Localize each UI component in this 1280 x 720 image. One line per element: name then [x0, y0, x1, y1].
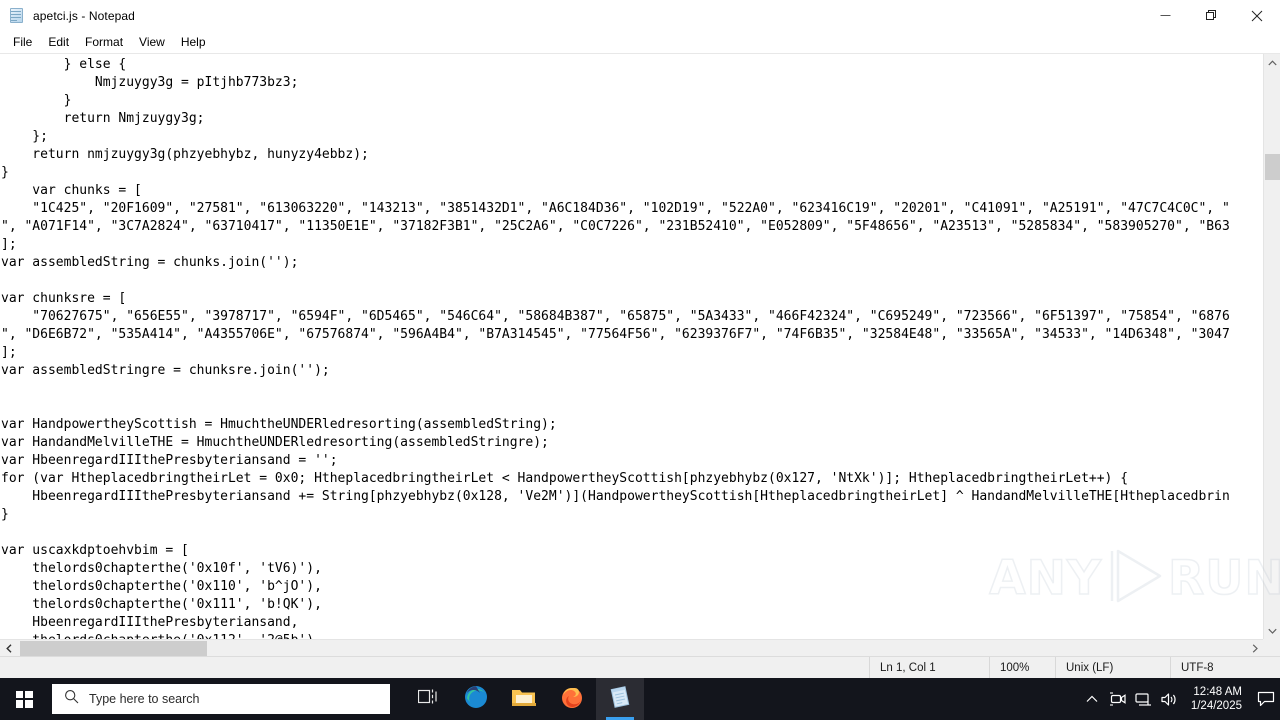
editor-line: for (var HtheplacedbringtheirLet = 0x0; …: [1, 471, 1129, 486]
task-view-icon: [417, 688, 438, 710]
editor-line: ", "A071F14", "3C7A2824", "63710417", "1…: [1, 219, 1230, 234]
status-encoding[interactable]: UTF-8: [1170, 656, 1280, 679]
editor-line: var chunksre = [: [1, 291, 127, 306]
show-hidden-icons-button[interactable]: [1079, 678, 1105, 720]
editor-line: var chunks = [: [1, 183, 142, 198]
status-zoom-level[interactable]: 100%: [989, 656, 1055, 679]
editor-line: HbeenregardIIIthePresbyteriansand,: [1, 615, 299, 630]
menu-item-help[interactable]: Help: [173, 33, 214, 52]
chevron-down-icon[interactable]: [1264, 622, 1280, 639]
start-button[interactable]: [0, 678, 48, 720]
title-bar[interactable]: apetci.js - Notepad: [0, 0, 1280, 31]
search-placeholder-text: Type here to search: [89, 692, 200, 706]
status-bar: Ln 1, Col 1 100% Unix (LF) UTF-8: [0, 656, 1280, 679]
clock-time: 12:48 AM: [1193, 686, 1242, 698]
editor-line: return Nmjzuygy3g;: [1, 111, 205, 126]
system-tray: 12:48 AM 1/24/2025: [1079, 678, 1280, 720]
window-controls: [1142, 0, 1280, 31]
editor-line: thelords0chapterthe('0x112', '2@5b'): [1, 632, 1263, 639]
network-icon[interactable]: [1131, 678, 1157, 720]
edge-icon: [464, 685, 488, 714]
window-title: apetci.js - Notepad: [33, 8, 135, 23]
editor-line: ", "D6E6B72", "535A414", "A4355706E", "6…: [1, 327, 1230, 342]
minimize-button[interactable]: [1142, 0, 1188, 31]
taskbar: Type here to search 12:48 AM 1/24/2025: [0, 678, 1280, 720]
editor-line: var HandpowertheyScottish = HmuchtheUNDE…: [1, 417, 557, 432]
menu-bar: File Edit Format View Help: [0, 31, 1280, 53]
volume-icon[interactable]: [1157, 678, 1183, 720]
menu-item-edit[interactable]: Edit: [40, 33, 77, 52]
taskbar-app-microsoft-edge[interactable]: [452, 678, 500, 720]
chevron-up-icon[interactable]: [1264, 54, 1280, 71]
restore-button[interactable]: [1188, 0, 1234, 31]
notepad-window: apetci.js - Notepad File Edit Format Vie…: [0, 0, 1280, 679]
editor-line: }: [1, 165, 9, 180]
horizontal-scrollbar-thumb[interactable]: [20, 641, 207, 656]
editor-line: ];: [1, 237, 17, 252]
editor-line: "70627675", "656E55", "3978717", "6594F"…: [1, 309, 1230, 324]
screen-recorder-icon[interactable]: [1105, 678, 1131, 720]
task-view-button[interactable]: [404, 678, 452, 720]
scrollbar-corner: [1263, 639, 1280, 656]
menu-item-view[interactable]: View: [131, 33, 173, 52]
taskbar-clock[interactable]: 12:48 AM 1/24/2025: [1183, 678, 1252, 720]
editor-line: }: [1, 507, 9, 522]
vertical-scrollbar-thumb[interactable]: [1265, 154, 1280, 180]
editor-line: HbeenregardIIIthePresbyteriansand += Str…: [1, 489, 1230, 504]
editor-line: var assembledString = chunks.join('');: [1, 255, 299, 270]
editor-line: var uscaxkdptoehvbim = [: [1, 543, 189, 558]
folder-icon: [511, 686, 537, 713]
search-icon: [64, 689, 79, 709]
notepad-document-icon: [9, 7, 25, 24]
notepad-icon: [608, 685, 632, 714]
status-cursor-position: Ln 1, Col 1: [869, 656, 989, 679]
firefox-icon: [560, 685, 584, 714]
taskbar-app-firefox[interactable]: [548, 678, 596, 720]
editor-line: thelords0chapterthe('0x111', 'b!QK'),: [1, 597, 322, 612]
status-line-ending[interactable]: Unix (LF): [1055, 656, 1170, 679]
editor-line: var HandandMelvilleTHE = HmuchtheUNDERle…: [1, 435, 549, 450]
menu-item-file[interactable]: File: [5, 33, 40, 52]
search-input[interactable]: Type here to search: [52, 684, 390, 714]
taskbar-app-file-explorer[interactable]: [500, 678, 548, 720]
chevron-left-icon[interactable]: [0, 640, 17, 656]
close-button[interactable]: [1234, 0, 1280, 31]
editor-line: ];: [1, 345, 17, 360]
editor-line: var assembledStringre = chunksre.join(''…: [1, 363, 330, 378]
horizontal-scrollbar[interactable]: [0, 639, 1263, 656]
windows-logo-icon: [15, 690, 33, 708]
editor-line: return nmjzuygy3g(phzyebhybz, hunyzy4ebb…: [1, 147, 369, 162]
notifications-button[interactable]: [1252, 678, 1280, 720]
editor-line: Nmjzuygy3g = pItjhb773bz3;: [1, 75, 299, 90]
editor-line: thelords0chapterthe('0x110', 'b^jO'),: [1, 579, 322, 594]
taskbar-app-notepad[interactable]: [596, 678, 644, 720]
editor-line: };: [1, 129, 48, 144]
text-editor[interactable]: } else { Nmjzuygy3g = pItjhb773bz3; } re…: [0, 56, 1263, 639]
menu-item-format[interactable]: Format: [77, 33, 131, 52]
editor-line: thelords0chapterthe('0x10f', 'tV6)'),: [1, 561, 322, 576]
chevron-right-icon[interactable]: [1246, 640, 1263, 656]
editor-line: } else {: [1, 57, 127, 72]
editor-line: }: [1, 93, 72, 108]
clock-date: 1/24/2025: [1190, 700, 1242, 712]
editor-line: "1C425", "20F1609", "27581", "613063220"…: [1, 201, 1230, 216]
editor-line: var HbeenregardIIIthePresbyteriansand = …: [1, 453, 338, 468]
vertical-scrollbar[interactable]: [1263, 54, 1280, 639]
editor-area[interactable]: } else { Nmjzuygy3g = pItjhb773bz3; } re…: [0, 53, 1280, 656]
